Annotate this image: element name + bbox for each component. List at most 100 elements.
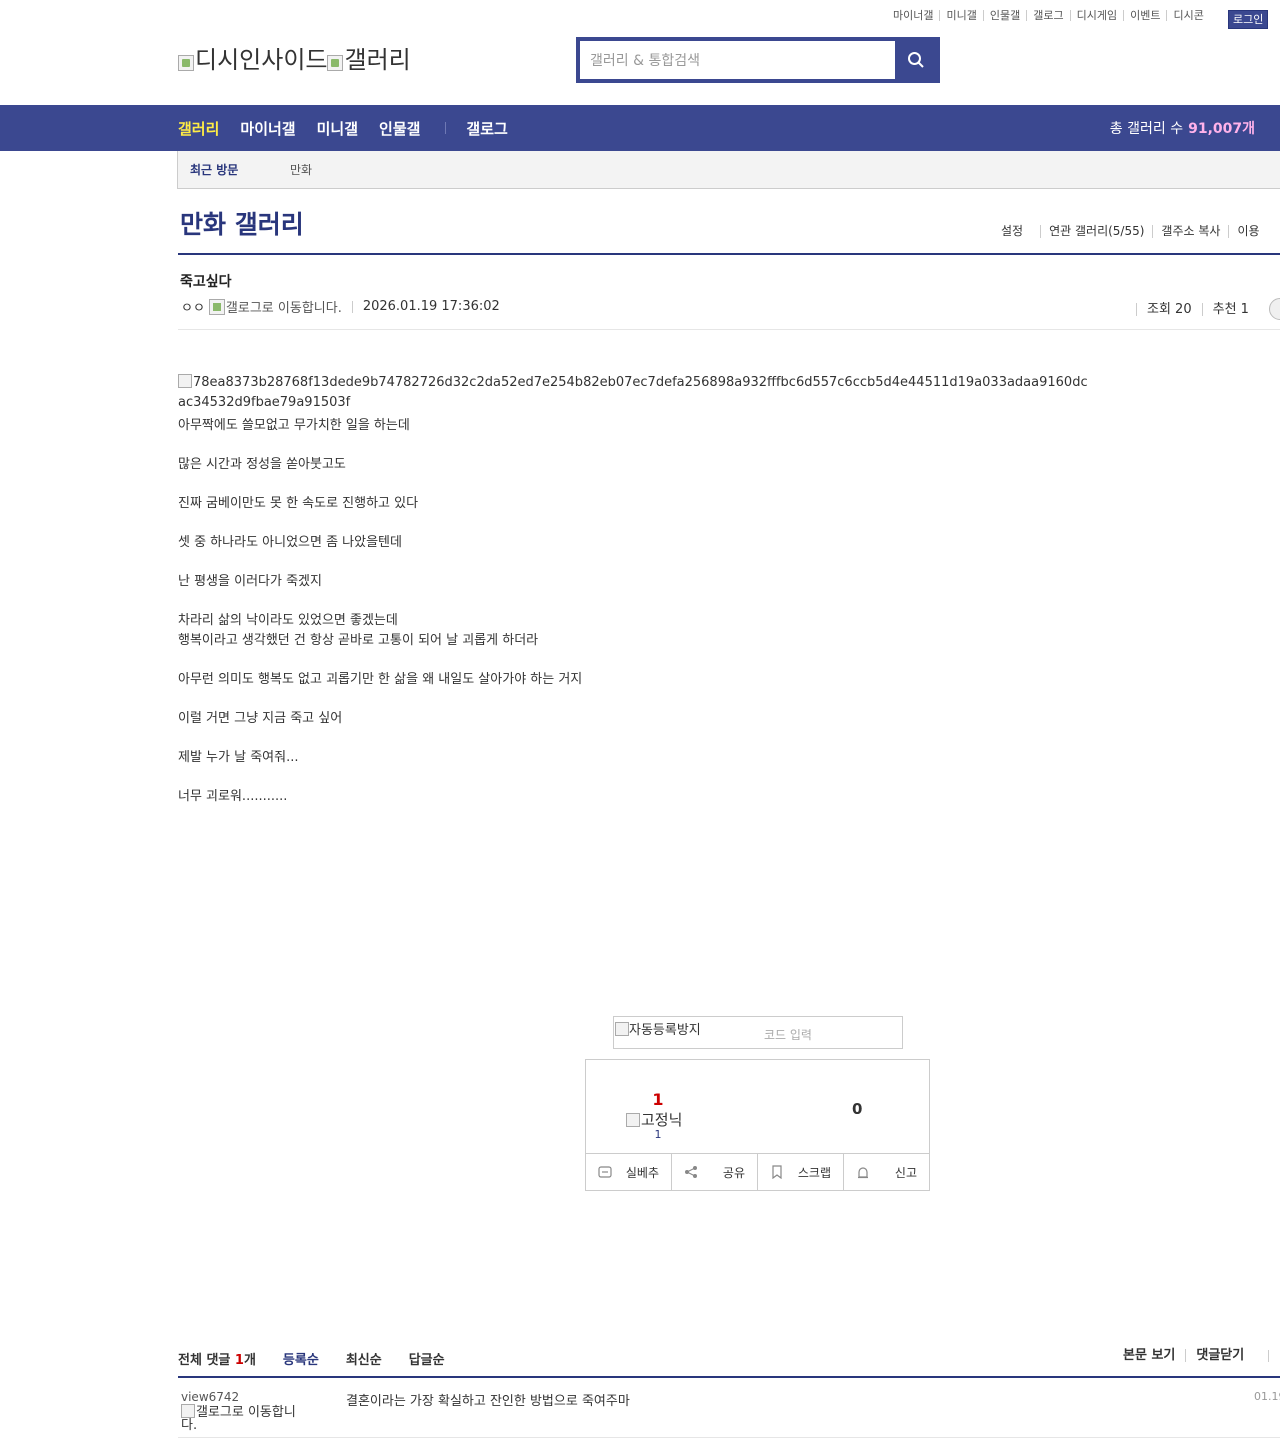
comment-total-unit: 개 <box>243 1353 256 1368</box>
broken-image-icon <box>178 374 192 388</box>
fixed-nick-upvote-count: 1 <box>654 1128 662 1141</box>
total-gallery-count: 총 갤러리 수 91,007개 <box>1110 105 1255 151</box>
gallery-title[interactable]: 만화 갤러리 <box>180 205 304 241</box>
report-button[interactable]: 신고 <box>843 1154 929 1190</box>
sort-by-latest[interactable]: 최신순 <box>346 1349 382 1368</box>
post-writer[interactable]: ㅇㅇ <box>181 297 205 316</box>
title-divider <box>178 253 1280 255</box>
post-body-line: 이럴 거면 그냥 지금 죽고 싶어 <box>178 710 343 726</box>
copy-gallery-address-link[interactable]: 갤주소 복사 <box>1152 225 1228 238</box>
post-image[interactable]: 78ea8373b28768f13dede9b74782726d32c2da52… <box>178 373 1088 413</box>
gallery-logo-image[interactable]: 갤러리 <box>327 40 411 75</box>
post-body-line <box>178 650 582 670</box>
gallery-options: 설정 연관 갤러리(5/55) 갤주소 복사 이용 <box>1001 225 1268 238</box>
upvote-count: 1 <box>652 1090 664 1109</box>
broken-image-icon <box>327 55 344 71</box>
meta-divider <box>351 300 353 313</box>
post-body-line: 행복이라고 생각했던 건 항상 곧바로 고통이 되어 날 괴롭게 하더라 <box>178 632 539 648</box>
search-button[interactable] <box>895 41 936 79</box>
captcha-image-alt: 자동등록방지 <box>629 1023 701 1038</box>
recent-visit-title[interactable]: 최근 방문 <box>190 161 290 178</box>
comment-header: 전체 댓글 1개 등록순 최신순 답글순 <box>178 1349 445 1368</box>
post-body-line: 셋 중 하나라도 아니었으면 좀 나았을텐데 <box>178 535 402 550</box>
comment-header-divider <box>1268 1349 1270 1362</box>
view-post-link[interactable]: 본문 보기 <box>1123 1349 1185 1362</box>
gallery-logo-alt: 갤러리 <box>344 46 411 74</box>
post-meta: ㅇㅇ 갤로그로 이동합니다. 2026.01.19 17:36:02 <box>181 297 500 316</box>
comment-total-label: 전체 댓글 <box>178 1353 231 1368</box>
writer-gallog-alt: 갤로그로 이동합니다. <box>225 301 342 316</box>
toplink-minor[interactable]: 마이너갤 <box>893 10 939 21</box>
post-body-line <box>178 767 582 787</box>
post-recommend-count: 추천 1 <box>1201 302 1259 316</box>
scrap-button[interactable]: 스크랩 <box>757 1154 843 1190</box>
comment-author-gallog-link[interactable]: 갤로그로 이동합니다. <box>181 1404 311 1432</box>
gallery-usage-link[interactable]: 이용 <box>1228 225 1267 238</box>
post-body-line <box>178 728 582 748</box>
nav-mini-gallery[interactable]: 미니갤 <box>317 118 358 139</box>
post-body-line <box>178 514 582 534</box>
best-recommend-label: 실베추 <box>625 1165 659 1180</box>
post-header-divider <box>178 329 1280 330</box>
post-body-line: 많은 시간과 정성을 쏟아붓고도 <box>178 457 346 472</box>
broken-image-icon <box>178 55 194 71</box>
toplink-gallog[interactable]: 갤로그 <box>1026 10 1069 21</box>
nav-gallery[interactable]: 갤러리 <box>178 118 219 139</box>
post-title: 죽고싶다 <box>180 274 232 290</box>
search-box: 갤러리 & 통합검색 <box>576 37 940 83</box>
main-nav: 갤러리 마이너갤 미니갤 인물갤 갤로그 <box>178 105 529 151</box>
downvote-count: 0 <box>852 1100 863 1118</box>
captcha-code-input[interactable]: 코드 입력 <box>764 1026 812 1043</box>
comment-item: view6742 갤로그로 이동합니다. 결혼이라는 가장 확실하고 잔인한 방… <box>178 1378 1280 1438</box>
sort-by-replies[interactable]: 답글순 <box>409 1349 445 1368</box>
total-gallery-label: 총 갤러리 수 <box>1109 121 1184 137</box>
close-comments-link[interactable]: 댓글닫기 <box>1185 1349 1254 1362</box>
post-body-line <box>178 553 582 573</box>
toplink-mini[interactable]: 미니갤 <box>939 10 982 21</box>
comment-header-actions: 본문 보기 댓글닫기 <box>1123 1349 1270 1362</box>
gallery-settings-link[interactable]: 설정 <box>1001 225 1040 238</box>
dcinside-logo-image[interactable]: 디시인사이드 <box>178 40 327 75</box>
post-body: 아무짝에도 쓸모없고 무가치한 일을 하는데 많은 시간과 정성을 쏟아붓고도 진짜… <box>178 416 582 806</box>
recent-visit-bar: 최근 방문 만화 <box>177 151 1280 189</box>
share-button[interactable]: 공유 <box>671 1154 757 1190</box>
toplink-person[interactable]: 인물갤 <box>982 10 1026 21</box>
main-nav-bar: 갤러리 마이너갤 미니갤 인물갤 갤로그 총 갤러리 수 91,007개 <box>0 105 1280 151</box>
related-gallery-link[interactable]: 연관 갤러리(5/55) <box>1040 225 1152 238</box>
sort-by-registered[interactable]: 등록순 <box>283 1349 319 1368</box>
recent-visit-item[interactable]: 만화 <box>290 161 312 178</box>
best-recommend-button[interactable]: 실베추 <box>586 1154 671 1190</box>
nav-person-gallery[interactable]: 인물갤 <box>379 118 420 139</box>
post-body-line: 차라리 삶의 낙이라도 있었으면 좋겠는데 <box>178 613 398 628</box>
search-icon <box>907 52 924 68</box>
site-logo[interactable]: 디시인사이드 갤러리 <box>178 40 411 75</box>
search-input[interactable]: 갤러리 & 통합검색 <box>580 41 895 79</box>
scrap-icon <box>772 1165 782 1179</box>
broken-image-icon <box>181 1404 195 1418</box>
nav-gallog[interactable]: 갤로그 <box>466 118 507 139</box>
post-date: 2026.01.19 17:36:02 <box>362 299 500 314</box>
broken-image-icon <box>626 1112 640 1127</box>
siren-icon <box>858 1167 868 1179</box>
toplink-dcgame[interactable]: 디시게임 <box>1069 10 1123 21</box>
toplink-dccon[interactable]: 디시콘 <box>1166 10 1209 21</box>
fixed-nick-image: 고정닉 <box>626 1109 682 1130</box>
post-body-line <box>178 689 582 709</box>
comment-shortcut-button[interactable] <box>1268 298 1280 320</box>
fixed-nick-alt: 고정닉 <box>641 1111 683 1129</box>
best-icon <box>598 1166 612 1178</box>
scrap-label: 스크랩 <box>797 1165 831 1180</box>
share-icon <box>685 1166 697 1178</box>
total-gallery-number: 91,007개 <box>1188 121 1255 137</box>
login-button[interactable]: 로그인 <box>1228 10 1269 29</box>
nav-minor-gallery[interactable]: 마이너갤 <box>240 118 295 139</box>
post-body-line <box>178 436 582 456</box>
post-body-line: 아무짝에도 쓸모없고 무가치한 일을 하는데 <box>178 418 410 433</box>
comment-author[interactable]: view6742 <box>181 1390 239 1404</box>
dcinside-logo-alt: 디시인사이드 <box>195 46 328 74</box>
captcha-box: 자동등록방지 코드 입력 <box>613 1016 903 1049</box>
writer-gallog-link[interactable]: 갤로그로 이동합니다. <box>208 297 342 316</box>
post-views: 조회 20 <box>1136 302 1202 316</box>
nav-divider <box>445 122 447 134</box>
toplink-event[interactable]: 이벤트 <box>1123 10 1166 21</box>
